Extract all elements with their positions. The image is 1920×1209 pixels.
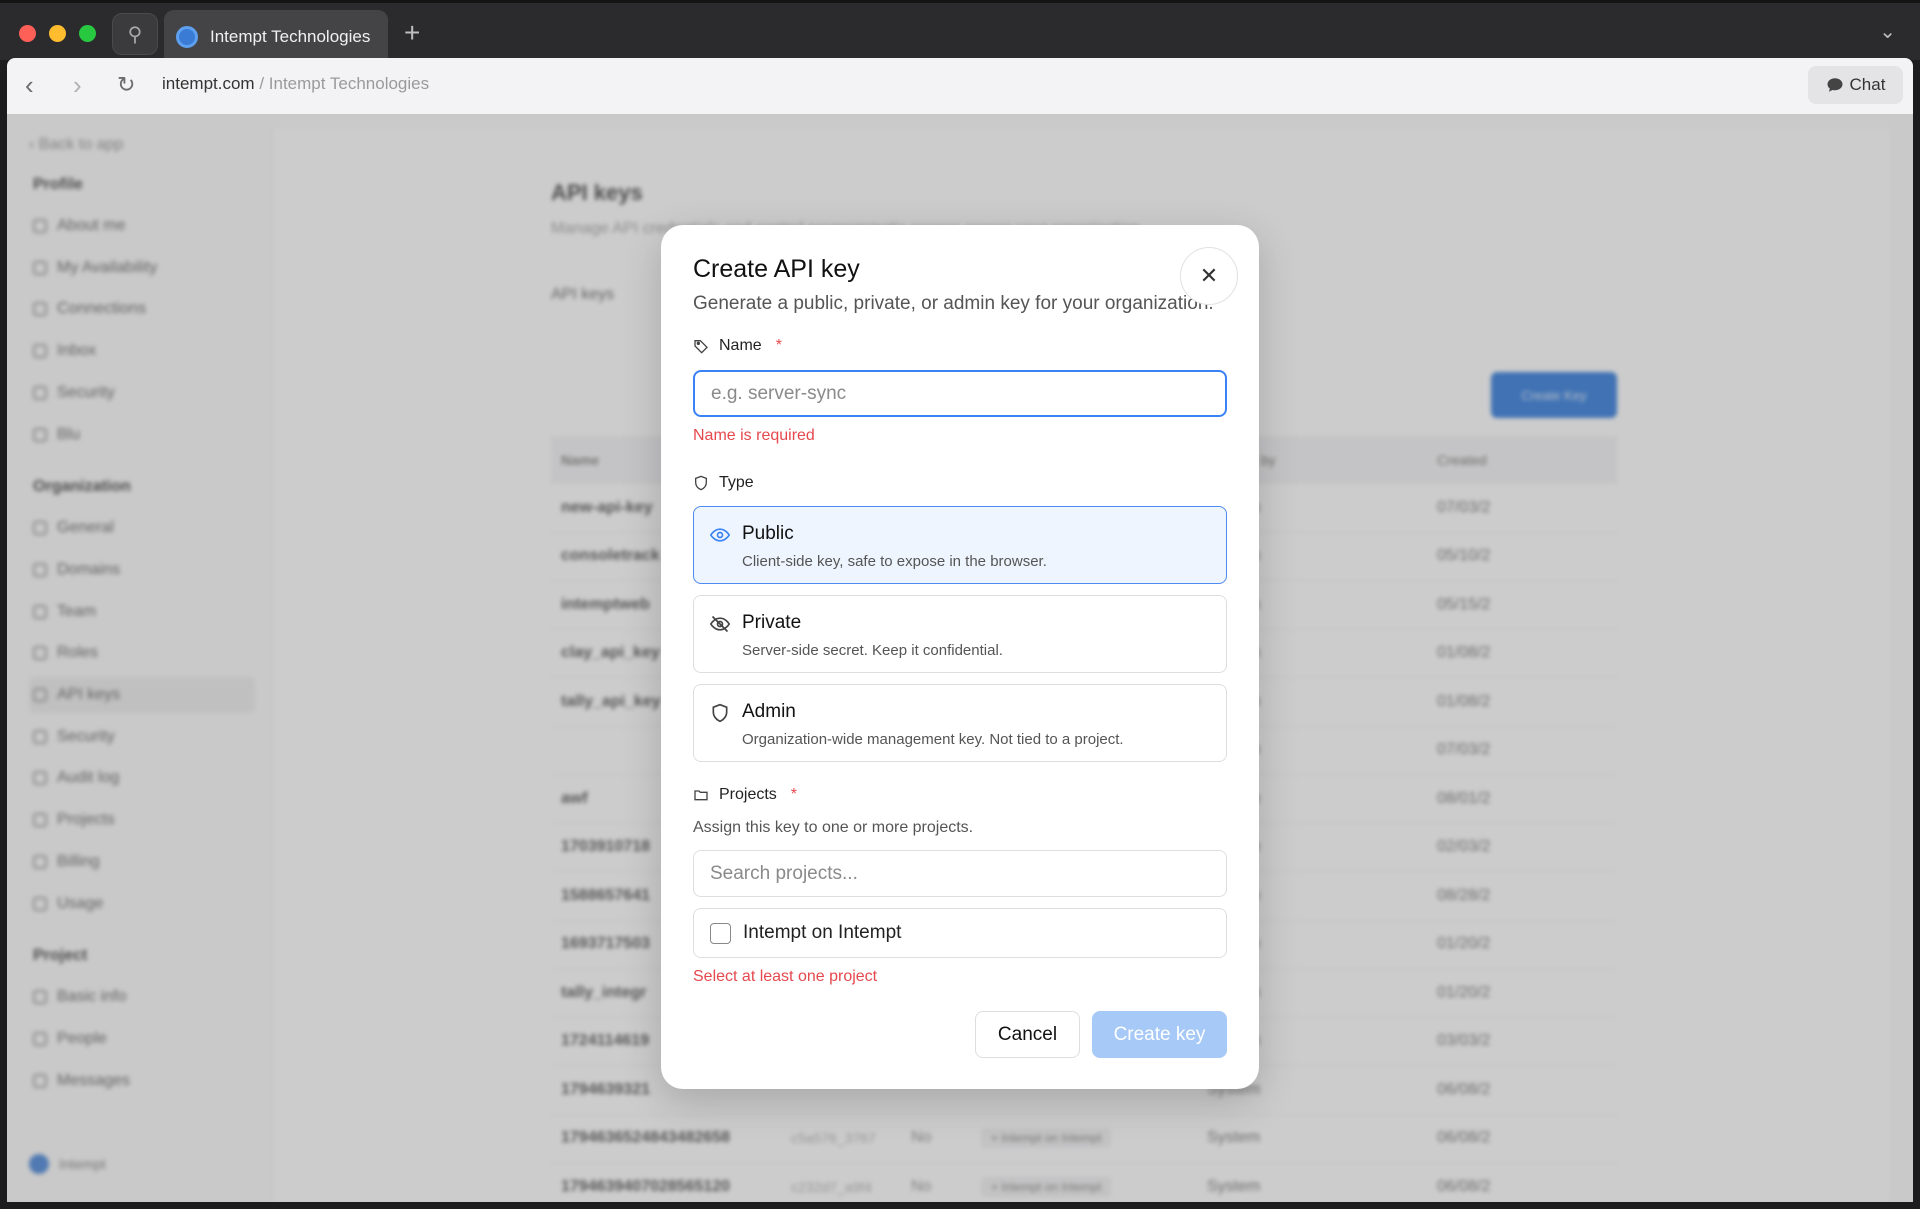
new-tab-icon[interactable]: + xyxy=(404,17,420,49)
projects-label: Projects * xyxy=(693,786,797,804)
dialog-title: Create API key xyxy=(693,255,860,283)
type-option-desc: Client-side key, safe to expose in the b… xyxy=(742,553,1047,570)
browser-toolbar: ‹ › ↻ intempt.com / Intempt Technologies… xyxy=(7,58,1913,114)
type-option-private[interactable]: Private Server-side secret. Keep it conf… xyxy=(693,595,1227,673)
type-option-desc: Server-side secret. Keep it confidential… xyxy=(742,642,1003,659)
type-option-admin[interactable]: Admin Organization-wide management key. … xyxy=(693,684,1227,762)
type-option-public[interactable]: Public Client-side key, safe to expose i… xyxy=(693,506,1227,584)
close-window-button[interactable] xyxy=(19,25,36,42)
type-option-title: Public xyxy=(742,523,794,544)
chat-label: Chat xyxy=(1849,75,1886,94)
back-arrow-icon[interactable]: ‹ xyxy=(25,70,34,101)
chevron-down-icon[interactable]: ⌄ xyxy=(1879,19,1896,44)
create-api-key-dialog: Create API key Generate a public, privat… xyxy=(661,225,1259,1089)
tag-icon xyxy=(694,340,708,354)
type-option-desc: Organization-wide management key. Not ti… xyxy=(742,731,1124,748)
browser-tab[interactable]: Intempt Technologies xyxy=(164,10,388,63)
close-dialog-button[interactable]: ✕ xyxy=(1180,247,1238,305)
shield-icon xyxy=(712,703,728,723)
minimize-window-button[interactable] xyxy=(49,25,66,42)
favicon-icon xyxy=(176,25,198,48)
chat-button[interactable]: Chat xyxy=(1808,66,1903,104)
forward-arrow-icon[interactable]: › xyxy=(73,70,82,101)
dialog-description: Generate a public, private, or admin key… xyxy=(693,293,1214,314)
projects-error: Select at least one project xyxy=(693,968,878,985)
project-checkbox[interactable] xyxy=(710,922,731,944)
url-page: Intempt Technologies xyxy=(268,74,430,93)
folder-icon xyxy=(694,790,708,801)
maximize-window-button[interactable] xyxy=(79,25,96,42)
url-domain: intempt.com xyxy=(162,74,255,93)
pin-icon[interactable]: ⚲ xyxy=(112,13,158,55)
url-separator: / xyxy=(254,74,269,93)
search-projects-input[interactable] xyxy=(693,850,1227,897)
type-option-title: Admin xyxy=(742,701,796,722)
chat-bubble-icon xyxy=(1827,78,1843,92)
shield-icon xyxy=(695,475,707,491)
project-option-label: Intempt on Intempt xyxy=(743,922,902,943)
projects-hint: Assign this key to one or more projects. xyxy=(693,819,974,836)
create-key-submit-button[interactable]: Create key xyxy=(1092,1011,1227,1058)
tab-title: Intempt Technologies xyxy=(210,26,371,46)
eye-icon xyxy=(710,528,730,542)
address-bar[interactable]: intempt.com / Intempt Technologies xyxy=(162,74,429,94)
type-option-title: Private xyxy=(742,612,802,633)
eye-off-icon xyxy=(710,615,730,633)
name-input[interactable] xyxy=(693,370,1227,417)
project-option[interactable]: Intempt on Intempt xyxy=(693,908,1227,958)
reload-icon[interactable]: ↻ xyxy=(117,72,135,98)
name-label: Name * xyxy=(693,337,782,355)
name-error: Name is required xyxy=(693,427,815,444)
close-icon: ✕ xyxy=(1199,263,1219,288)
type-label: Type xyxy=(693,474,754,492)
cancel-button[interactable]: Cancel xyxy=(975,1011,1080,1058)
browser-tab-bar: ⚲ Intempt Technologies + ⌄ xyxy=(0,0,1920,63)
